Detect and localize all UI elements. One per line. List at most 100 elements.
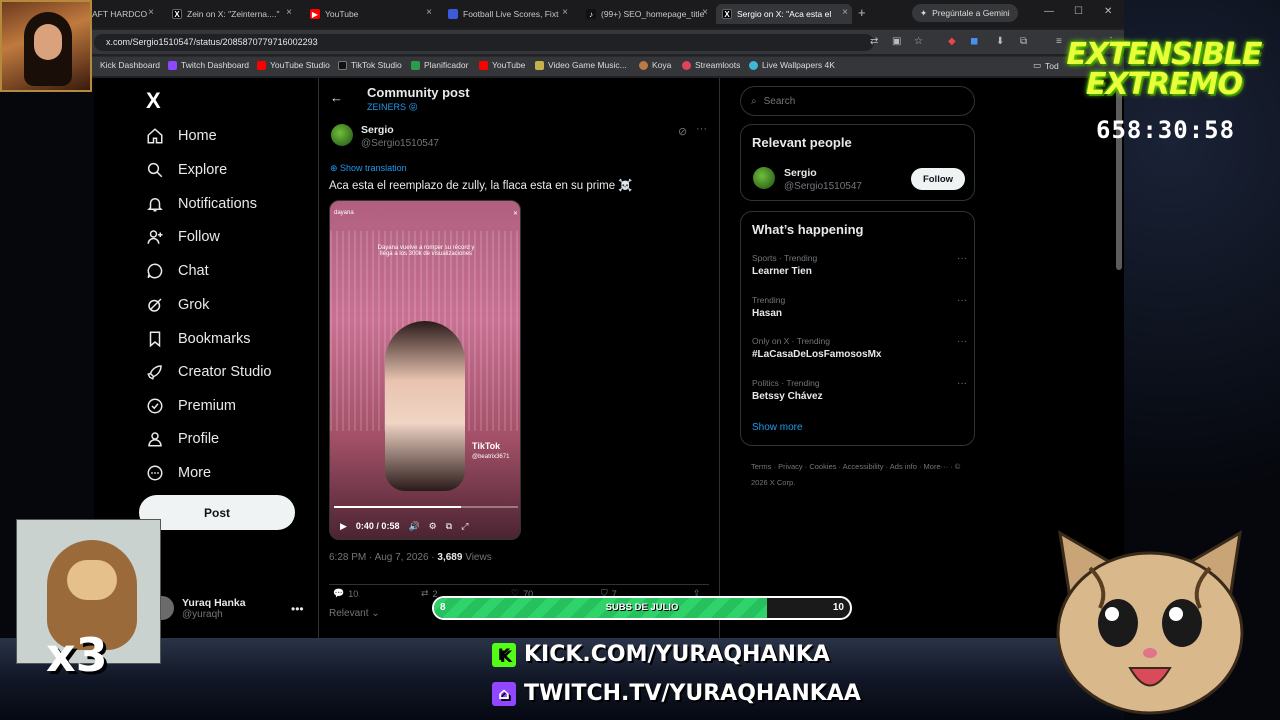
trend-item[interactable]: Trending Hasan ···	[752, 295, 967, 319]
trend-item[interactable]: Only on X · Trending #LaCasaDeLosFamososM…	[752, 336, 967, 360]
more-dots-icon[interactable]: ···	[696, 123, 707, 135]
more-dots-icon[interactable]: ···	[957, 336, 967, 347]
close-tab-icon[interactable]: ×	[426, 7, 432, 18]
follow-button[interactable]: Follow	[911, 168, 965, 190]
minimize-icon[interactable]: —	[1044, 6, 1054, 17]
close-tab-icon[interactable]: ×	[562, 7, 568, 18]
new-tab-icon[interactable]: +	[858, 5, 866, 20]
author-handle[interactable]: @Sergio1510547	[361, 138, 439, 149]
close-tab-icon[interactable]: ×	[842, 7, 848, 18]
cast-icon[interactable]: ▣	[892, 36, 901, 47]
account-switcher[interactable]: Yuraq Hanka @yuraqh	[150, 596, 246, 620]
address-bar[interactable]: x.com/Sergio1510547/status/2085870779716…	[94, 34, 874, 51]
browser-tab[interactable]: AFT HARDCO ×	[86, 4, 158, 24]
video-progress-fill	[334, 506, 461, 508]
extension-icon[interactable]: ◆	[948, 36, 956, 47]
browser-tab[interactable]: ▶ YouTube ×	[304, 4, 436, 24]
bookmark-item[interactable]: YouTube Studio	[257, 60, 330, 70]
bookmark-label: Twitch Dashboard	[181, 60, 250, 70]
trend-name: #LaCasaDeLosFamososMx	[752, 349, 882, 360]
more-dots-icon[interactable]: •••	[291, 602, 304, 616]
tweet-text: Aca esta el reemplazo de zully, la flaca…	[329, 180, 633, 192]
community-link[interactable]: ZEINERS 😝	[367, 102, 418, 113]
bookmark-label: YouTube	[492, 60, 526, 70]
close-tab-icon[interactable]: ×	[286, 7, 292, 18]
close-tab-icon[interactable]: ×	[702, 7, 708, 18]
trend-item[interactable]: Politics · Trending Betssy Chávez ···	[752, 378, 967, 402]
nav-explore[interactable]: Explore	[146, 161, 227, 179]
settings-gear-icon[interactable]: ⚙	[429, 521, 437, 532]
person-name[interactable]: Sergio	[784, 167, 817, 179]
sort-dropdown[interactable]: Relevant ⌄	[329, 608, 380, 619]
more-dots-icon[interactable]: ···	[957, 378, 967, 389]
bookmark-item[interactable]: Streamloots	[682, 60, 740, 70]
volume-icon[interactable]: 🔊	[408, 521, 419, 532]
nav-home[interactable]: Home	[146, 127, 217, 145]
show-translation-link[interactable]: ⊕ Show translation	[330, 163, 407, 174]
nav-notifications[interactable]: Notifications	[146, 195, 257, 213]
x-logo[interactable]: X	[146, 88, 161, 114]
grok-icon[interactable]: ⊘	[678, 125, 687, 138]
footer-links[interactable]: Terms · Privacy · Cookies · Accessibilit…	[751, 459, 971, 491]
reply-button[interactable]: 💬 10	[333, 588, 358, 599]
browser-tab[interactable]: X Zein on X: "Zeinterna...." ×	[166, 4, 296, 24]
post-button[interactable]: Post	[139, 495, 295, 530]
nav-label: Explore	[178, 162, 228, 178]
more-dots-icon[interactable]: ···	[957, 295, 967, 306]
bookmark-item[interactable]: TikTok Studio	[338, 60, 402, 70]
nav-follow[interactable]: Follow	[146, 228, 220, 246]
nav-bookmarks[interactable]: Bookmarks	[146, 330, 251, 348]
translate-icon[interactable]: ⇄	[870, 36, 878, 47]
bookmark-item[interactable]: Koya	[639, 60, 671, 70]
browser-tab[interactable]: ♪ (99+) SEO_homepage_title ×	[580, 4, 712, 24]
person-handle[interactable]: @Sergio1510547	[784, 181, 862, 192]
close-window-icon[interactable]: ✕	[1104, 6, 1112, 17]
extension-icon[interactable]: ◼	[970, 36, 978, 47]
pip-icon[interactable]: ⧉	[446, 521, 452, 532]
show-more-link[interactable]: Show more	[752, 422, 803, 433]
video-player[interactable]: dayana ✕ Dayana vuelve a romper su récor…	[329, 200, 521, 540]
search-input[interactable]: ⌕ Search	[740, 86, 975, 116]
bookmark-icon	[146, 330, 164, 348]
bookmark-label: YouTube Studio	[270, 60, 330, 70]
maximize-icon[interactable]: ☐	[1074, 6, 1083, 17]
video-progress-bar[interactable]	[334, 506, 518, 508]
bookmark-label: Video Game Music...	[548, 60, 627, 70]
nav-grok[interactable]: Grok	[146, 296, 209, 314]
extensions-puzzle-icon[interactable]: ⧉	[1020, 36, 1027, 47]
more-dots-icon[interactable]: ···	[957, 253, 967, 264]
browser-tab-active[interactable]: X Sergio on X: "Aca esta el ×	[716, 4, 852, 24]
avatar[interactable]	[753, 167, 775, 189]
tweet-timestamp[interactable]: 6:28 PM · Aug 7, 2026 ·	[329, 552, 437, 563]
home-icon	[146, 127, 164, 145]
stream-title-line: EXTENSIBLE	[1066, 37, 1263, 72]
bookmark-item[interactable]: Video Game Music...	[535, 60, 627, 70]
fullscreen-icon[interactable]: ⤢	[461, 521, 468, 532]
gemini-button[interactable]: ✦ Pregúntale a Gemini	[912, 4, 1018, 22]
close-tab-icon[interactable]: ×	[148, 7, 154, 18]
page-title: Community post	[367, 85, 470, 100]
bookmark-item[interactable]: YouTube	[479, 60, 525, 70]
nav-label: Premium	[178, 398, 237, 414]
bookmark-item[interactable]: Planificador	[411, 60, 468, 70]
bookmark-label: Koya	[652, 60, 672, 70]
author-avatar[interactable]	[331, 124, 353, 146]
trend-item[interactable]: Sports · Trending Learner Tien ···	[752, 253, 967, 277]
nav-chat[interactable]: Chat	[146, 262, 209, 280]
nav-profile[interactable]: Profile	[146, 430, 219, 448]
browser-tab[interactable]: Football Live Scores, Fixt ×	[442, 4, 572, 24]
bookmark-item[interactable]: Twitch Dashboard	[168, 60, 249, 70]
reply-count: 10	[348, 588, 359, 599]
nav-more[interactable]: More	[146, 464, 211, 482]
nav-creator-studio[interactable]: Creator Studio	[146, 363, 272, 381]
author-name[interactable]: Sergio	[361, 124, 394, 136]
extension-icon[interactable]: ⬇	[996, 36, 1004, 47]
video-controls: ▶ 0:40 / 0:58 🔊 ⚙ ⧉ ⤢	[330, 513, 520, 539]
nav-premium[interactable]: Premium	[146, 397, 236, 415]
bookmark-item[interactable]: Kick Dashboard	[100, 60, 160, 70]
youtube-icon	[479, 60, 488, 70]
bookmark-star-icon[interactable]: ☆	[914, 36, 923, 47]
bookmark-item[interactable]: Live Wallpapers 4K	[749, 60, 835, 70]
back-arrow-icon[interactable]: ←	[330, 90, 343, 105]
play-icon[interactable]: ▶	[340, 521, 347, 532]
